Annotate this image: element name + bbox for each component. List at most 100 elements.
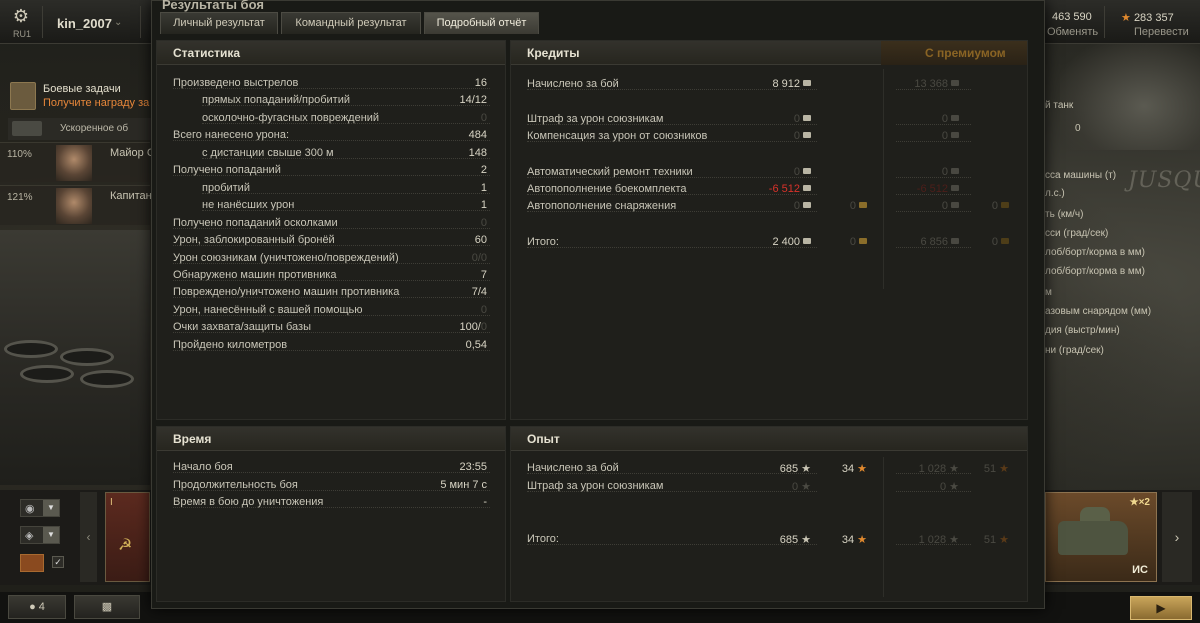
gold-icon <box>1001 202 1009 208</box>
free-xp-amount: 283 357 <box>1133 12 1174 24</box>
missions-widget[interactable]: Боевые задачи Получите награду за в <box>10 80 158 114</box>
credits-icon <box>803 115 811 121</box>
crew-controls: Ускоренное об <box>8 118 153 140</box>
tab-detailed[interactable]: Подробный отчёт <box>424 12 539 34</box>
credits-value: 0 <box>711 113 811 125</box>
stat-value: 7/4 <box>471 286 487 299</box>
stat-row: с дистанции свыше 300 м 148 <box>157 147 505 163</box>
stat-value: 1 <box>480 181 487 194</box>
spec-line: л.с.) <box>1045 188 1065 199</box>
free-xp-amount: 34 <box>841 463 855 475</box>
crew-skill-pct: 110% <box>7 149 32 160</box>
premium-xp-amount: 1 028 <box>918 463 947 475</box>
experience-panel: Опыт Начислено за бой 685 ★ 34 ★ 1 028 ★ 51 ★ Штр… <box>510 426 1028 602</box>
divider <box>140 6 141 38</box>
premium-credits-value: 0 <box>859 130 959 142</box>
gold-icon <box>1001 238 1009 244</box>
tab-personal[interactable]: Личный результат <box>160 12 278 34</box>
xp-star-icon: ★ <box>801 534 811 546</box>
premium-credits-value: 6 856 <box>859 236 959 248</box>
chevron-down-icon[interactable]: ▼ <box>43 527 59 543</box>
notification-button[interactable]: ▶ <box>1130 596 1192 620</box>
server-region: RU1 <box>13 29 32 39</box>
crew-icon[interactable] <box>12 121 42 136</box>
premium-gold-value: 0 <box>951 236 1009 248</box>
stat-row: пробитий 1 <box>157 182 505 198</box>
panel-header: Время <box>157 427 505 451</box>
friends-count: 4 <box>38 601 45 613</box>
premium-free-xp-value: 51 ★ <box>951 533 1009 546</box>
premium-title: С премиумом <box>925 46 1006 60</box>
tank-preview-image <box>1060 40 1200 150</box>
stat-row: Всего нанесено урона: 484 <box>157 129 505 145</box>
stat-row: Урон, нанесённый с вашей помощью 0 <box>157 304 505 320</box>
credit-row: Штраф за урон союзникам 0 0 <box>511 113 1027 129</box>
chevron-down-icon[interactable]: ⌄ <box>114 17 122 28</box>
tank-card[interactable]: I ☭ <box>105 492 150 582</box>
chat-button[interactable]: ▩ <box>74 595 140 619</box>
xp-row: Штраф за урон союзникам 0 ★ 0 ★ <box>511 480 1027 496</box>
crew-skill-pct: 121% <box>7 192 33 203</box>
stat-row: не нанёсших урон 1 <box>157 199 505 215</box>
time-value: 5 мин 7 с <box>440 478 487 491</box>
friends-button[interactable]: ● 4 <box>8 595 66 619</box>
missions-icon <box>10 82 36 110</box>
carousel-left-arrow[interactable]: ‹ <box>80 492 97 582</box>
gold-value: 463 590 <box>1052 11 1092 23</box>
panel-header: Кредиты С премиумом <box>511 41 1027 65</box>
credit-row: Автоматический ремонт техники 0 0 <box>511 166 1027 182</box>
panel-header: Опыт <box>511 427 1027 451</box>
stat-row: осколочно-фугасных повреждений 0 <box>157 112 505 128</box>
filter-checkbox[interactable]: ✓ <box>52 556 64 568</box>
tire-stack <box>20 365 74 383</box>
premium-credits-amount: 0 <box>941 113 948 125</box>
nation-filter[interactable]: ◉ ▼ <box>20 499 60 517</box>
gear-icon[interactable]: ⚙ <box>10 6 32 27</box>
xp-row: Начислено за бой 685 ★ 34 ★ 1 028 ★ 51 ★ <box>511 462 1027 478</box>
free-xp-star-icon: ★ <box>999 534 1009 546</box>
stat-value: 148 <box>468 146 487 159</box>
credits-value: 0 <box>711 130 811 142</box>
crew-member[interactable]: 110% Майор С <box>0 142 155 182</box>
chevron-down-icon[interactable]: ▼ <box>43 500 59 516</box>
stat-row: Очки захвата/защиты базы 100/0 <box>157 321 505 337</box>
spec-line: сси (град/сек) <box>1045 228 1109 239</box>
crew-member[interactable]: 121% Капитан <box>0 185 152 225</box>
credits-amount: 0 <box>793 166 800 178</box>
credits-amount: 0 <box>793 113 800 125</box>
gold-amount: 0 <box>849 200 856 212</box>
credits-icon <box>803 168 811 174</box>
xp-value: 0 ★ <box>711 480 811 493</box>
stat-row: Произведено выстрелов 16 <box>157 77 505 93</box>
credits-value: 2 400 <box>711 236 811 248</box>
spec-line: дия (выстр/мин) <box>1045 325 1120 336</box>
convert-button[interactable]: Перевести <box>1134 26 1189 38</box>
premium-credits-value: 0 <box>859 166 959 178</box>
credits-icon <box>951 115 959 121</box>
xp-star-icon: ★ <box>801 463 811 475</box>
spec-line: ть (км/ч) <box>1045 209 1084 220</box>
exchange-button[interactable]: Обменять <box>1047 26 1098 38</box>
tank-type-icon: ◈ <box>25 530 34 542</box>
premium-credits-amount: 13 368 <box>914 78 948 90</box>
premium-xp-amount: 0 <box>940 481 947 493</box>
xp-row: Итого: 685 ★ 34 ★ 1 028 ★ 51 ★ <box>511 533 1027 549</box>
credit-row: Автопополнение боекомплекта -6 512 -6 512 <box>511 183 1027 199</box>
missions-subtitle: Получите награду за в <box>43 97 159 109</box>
carousel-right-arrow[interactable]: › <box>1162 492 1192 582</box>
stat-row: Урон союзникам (уничтожено/повреждений) 0… <box>157 252 505 268</box>
premium-filter-icon[interactable] <box>20 554 44 572</box>
xp-amount: 0 <box>792 481 799 493</box>
tank-level: I <box>110 497 113 508</box>
time-row: Продолжительность боя 5 мин 7 с <box>157 479 505 495</box>
xp-star-icon: ★ <box>801 481 811 493</box>
stat-value: 14/12 <box>459 94 487 107</box>
stat-row: прямых попаданий/пробитий 14/12 <box>157 94 505 110</box>
tab-team[interactable]: Командный результат <box>281 12 421 34</box>
type-filter[interactable]: ◈ ▼ <box>20 526 60 544</box>
credits-icon <box>803 80 811 86</box>
ussr-emblem-icon: ☭ <box>118 537 133 554</box>
tank-card-selected[interactable]: ★×2 ИС <box>1045 492 1157 582</box>
username[interactable]: kin_2007 <box>57 16 112 31</box>
credits-amount: 8 912 <box>772 78 800 90</box>
